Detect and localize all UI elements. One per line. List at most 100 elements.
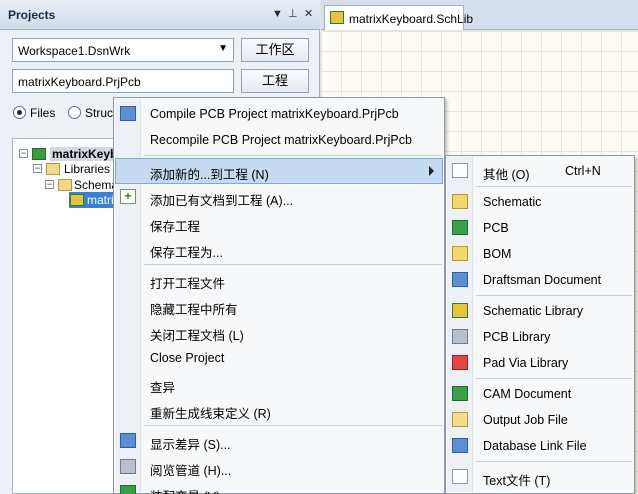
- schematic-library-icon: [70, 194, 84, 206]
- menu-item-open-project-files[interactable]: 打开工程文件: [115, 267, 443, 293]
- tree-node-label: Libraries: [64, 162, 111, 176]
- tree-node-label: Schema: [74, 178, 119, 192]
- schematic-icon: [452, 194, 468, 209]
- add-new-submenu: 其他 (O) Ctrl+N Schematic PCB BOM Draftsma…: [445, 155, 635, 494]
- menu-item-label: 阅览管道 (H)...: [150, 464, 232, 478]
- menu-separator: [476, 378, 632, 379]
- pin-icon[interactable]: ⊥: [288, 7, 298, 21]
- menu-separator: [144, 425, 442, 426]
- output-job-icon: [452, 412, 468, 427]
- menu-item-label: Schematic Library: [483, 304, 584, 318]
- radio-structure-label: Struc: [85, 106, 114, 120]
- menu-item-label: 添加已有文档到工程 (A)...: [150, 194, 294, 208]
- menu-item-label: PCB Library: [483, 330, 551, 344]
- menu-item-label: 关闭工程文档 (L): [150, 329, 244, 343]
- menu-item-label: Pad Via Library: [483, 356, 569, 370]
- collapse-icon[interactable]: −: [45, 180, 54, 189]
- pcb-library-icon: [452, 329, 468, 344]
- radio-files-label: Files: [30, 106, 56, 120]
- menu-item-close-documents[interactable]: 关闭工程文档 (L): [115, 319, 443, 345]
- menu-item-label: 重新生成线束定义 (R): [150, 407, 271, 421]
- tree-node-label: matri: [87, 193, 114, 207]
- compile-icon: [120, 106, 136, 121]
- submenu-item-bom[interactable]: BOM: [447, 241, 633, 267]
- pad-via-library-icon: [452, 355, 468, 370]
- collapse-icon[interactable]: −: [19, 149, 28, 158]
- submenu-item-pcb[interactable]: PCB: [447, 215, 633, 241]
- menu-separator: [476, 295, 632, 296]
- menu-item-close-project[interactable]: Close Project: [115, 345, 443, 371]
- menu-separator: [144, 155, 442, 156]
- menu-item-label: Output Job File: [483, 413, 568, 427]
- tab-schlib[interactable]: matrixKeyboard.SchLib: [324, 5, 473, 30]
- submenu-item-database-link[interactable]: Database Link File: [447, 433, 633, 459]
- menu-item-label: 查异: [150, 381, 176, 395]
- submenu-item-schematic-library[interactable]: Schematic Library: [447, 298, 633, 324]
- menu-item-save-project-as[interactable]: 保存工程为...: [115, 236, 443, 262]
- add-existing-icon: +: [120, 189, 136, 204]
- submenu-item-cam-document[interactable]: CAM Document: [447, 381, 633, 407]
- menu-item-hide-all[interactable]: 隐藏工程中所有: [115, 293, 443, 319]
- close-icon[interactable]: ✕: [304, 7, 313, 21]
- submenu-item-schematic[interactable]: Schematic: [447, 189, 633, 215]
- workspace-button[interactable]: 工作区: [241, 38, 309, 62]
- menu-item-add-existing[interactable]: + 添加已有文档到工程 (A)...: [115, 184, 443, 210]
- menu-item-recompile[interactable]: Recompile PCB Project matrixKeyboard.Prj…: [115, 127, 443, 153]
- submenu-item-text-file[interactable]: Text文件 (T): [447, 464, 633, 490]
- radio-selected-icon: [13, 106, 26, 119]
- draftsman-icon: [452, 272, 468, 287]
- submenu-arrow-icon: [429, 166, 434, 176]
- menu-item-view-channels[interactable]: 阅览管道 (H)...: [115, 454, 443, 480]
- collapse-icon[interactable]: −: [33, 164, 42, 173]
- menu-item-add-new[interactable]: 添加新的...到工程 (N): [115, 158, 443, 184]
- cam-document-icon: [452, 386, 468, 401]
- menu-separator: [476, 461, 632, 462]
- projects-panel-header: Projects ▼ ⊥ ✕: [0, 0, 320, 30]
- menu-item-explore[interactable]: 查异: [115, 371, 443, 397]
- menu-item-label: Schematic: [483, 195, 542, 209]
- submenu-item-pad-via-library[interactable]: Pad Via Library: [447, 350, 633, 376]
- panel-title: Projects: [8, 8, 56, 22]
- workspace-combo-value: Workspace1.DsnWrk: [18, 44, 131, 58]
- project-button[interactable]: 工程: [241, 69, 309, 93]
- submenu-item-output-job[interactable]: Output Job File: [447, 407, 633, 433]
- menu-item-label: Database Link File: [483, 439, 587, 453]
- workspace-combo[interactable]: Workspace1.DsnWrk ▼: [12, 38, 234, 62]
- menu-item-label: 隐藏工程中所有: [150, 303, 238, 317]
- menu-item-label: CAM Document: [483, 387, 572, 401]
- database-link-icon: [452, 438, 468, 453]
- project-field[interactable]: matrixKeyboard.PrjPcb: [12, 69, 234, 93]
- radio-unselected-icon: [68, 106, 81, 119]
- submenu-item-pcb-library[interactable]: PCB Library: [447, 324, 633, 350]
- menu-item-show-differences[interactable]: 显示差异 (S)...: [115, 428, 443, 454]
- menu-item-variants[interactable]: 装配变量 (V): [115, 480, 443, 494]
- schematic-library-icon: [330, 11, 344, 24]
- folder-icon: [46, 163, 60, 175]
- submenu-item-other[interactable]: 其他 (O) Ctrl+N: [447, 158, 633, 184]
- menu-item-regenerate-harness[interactable]: 重新生成线束定义 (R): [115, 397, 443, 423]
- menu-item-label: 打开工程文件: [150, 277, 226, 291]
- menu-item-label: 装配变量 (V): [150, 486, 220, 494]
- text-file-icon: [452, 469, 468, 484]
- menu-item-compile[interactable]: Compile PCB Project matrixKeyboard.PrjPc…: [115, 101, 443, 127]
- menu-item-label: Text文件 (T): [483, 474, 551, 488]
- menu-item-label: Close Project: [150, 351, 225, 365]
- bom-icon: [452, 246, 468, 261]
- menu-item-label: 其他 (O): [483, 168, 530, 182]
- pcb-icon: [452, 220, 468, 235]
- menu-item-label: Recompile PCB Project matrixKeyboard.Prj…: [150, 133, 412, 147]
- submenu-item-draftsman[interactable]: Draftsman Document: [447, 267, 633, 293]
- chevron-down-icon: ▼: [218, 43, 228, 54]
- tree-node-libraries[interactable]: − Libraries: [33, 161, 123, 177]
- menu-separator: [476, 186, 632, 187]
- menu-item-save-project[interactable]: 保存工程: [115, 210, 443, 236]
- menu-item-label: 添加新的...到工程 (N): [150, 168, 269, 182]
- menu-separator: [144, 264, 442, 265]
- menu-item-label: Draftsman Document: [483, 273, 602, 287]
- menu-item-label: 保存工程: [150, 220, 201, 234]
- menu-item-label: PCB: [483, 221, 509, 235]
- blank-document-icon: [452, 163, 468, 178]
- schematic-library-icon: [452, 303, 468, 318]
- panel-menu-icon[interactable]: ▼: [272, 7, 283, 21]
- menu-item-label: BOM: [483, 247, 512, 261]
